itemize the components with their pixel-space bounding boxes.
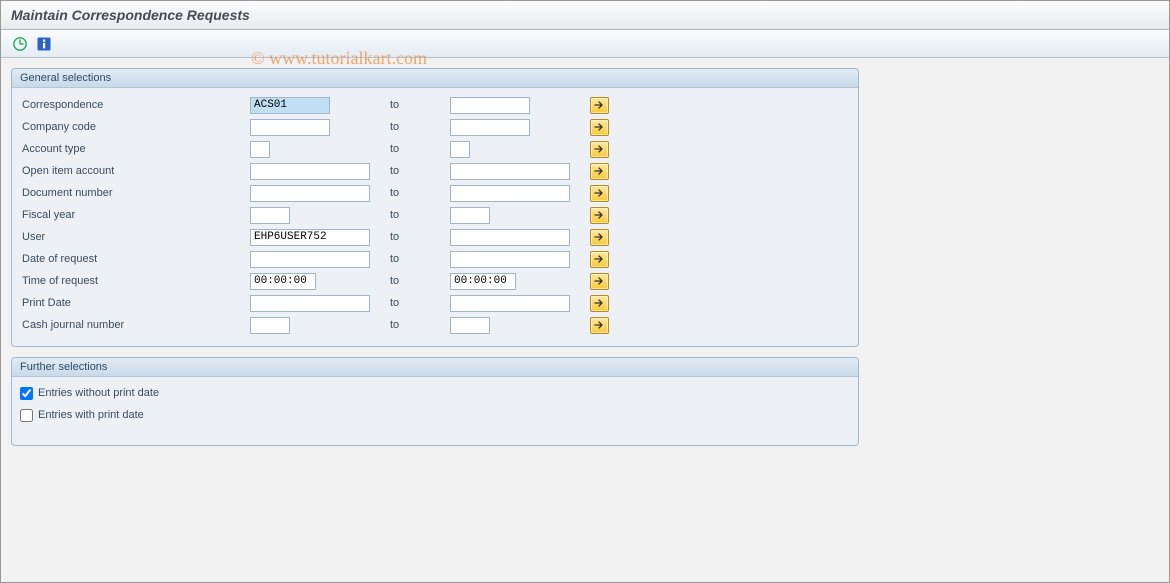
checkbox-entries-without-print-date[interactable] bbox=[20, 387, 33, 400]
checkbox-row-with-print-date: Entries with print date bbox=[20, 405, 850, 425]
label-entries-with-print-date: Entries with print date bbox=[38, 409, 144, 421]
range-button-company-code[interactable] bbox=[590, 119, 609, 136]
row-correspondence: Correspondence to bbox=[20, 94, 850, 116]
group-header-further: Further selections bbox=[12, 358, 858, 377]
row-company-code: Company code to bbox=[20, 116, 850, 138]
group-body-further: Entries without print date Entries with … bbox=[12, 377, 858, 445]
label-company-code: Company code bbox=[20, 121, 250, 133]
input-cash-journal-from[interactable] bbox=[250, 317, 290, 334]
input-doc-number-to[interactable] bbox=[450, 185, 570, 202]
input-correspondence-to[interactable] bbox=[450, 97, 530, 114]
label-print-date: Print Date bbox=[20, 297, 250, 309]
range-button-doc-number[interactable] bbox=[590, 185, 609, 202]
content-area: General selections Correspondence to Com… bbox=[1, 58, 1169, 466]
label-correspondence: Correspondence bbox=[20, 99, 250, 111]
to-label: to bbox=[380, 253, 450, 265]
label-time-of-request: Time of request bbox=[20, 275, 250, 287]
row-open-item-account: Open item account to bbox=[20, 160, 850, 182]
title-bar: Maintain Correspondence Requests bbox=[1, 1, 1169, 30]
to-label: to bbox=[380, 297, 450, 309]
to-label: to bbox=[380, 319, 450, 331]
row-document-number: Document number to bbox=[20, 182, 850, 204]
input-doc-number-from[interactable] bbox=[250, 185, 370, 202]
label-document-number: Document number bbox=[20, 187, 250, 199]
input-open-item-to[interactable] bbox=[450, 163, 570, 180]
label-user: User bbox=[20, 231, 250, 243]
range-button-account-type[interactable] bbox=[590, 141, 609, 158]
row-fiscal-year: Fiscal year to bbox=[20, 204, 850, 226]
input-fiscal-year-from[interactable] bbox=[250, 207, 290, 224]
input-correspondence-from[interactable] bbox=[250, 97, 330, 114]
checkbox-entries-with-print-date[interactable] bbox=[20, 409, 33, 422]
range-button-date-req[interactable] bbox=[590, 251, 609, 268]
label-account-type: Account type bbox=[20, 143, 250, 155]
input-company-code-from[interactable] bbox=[250, 119, 330, 136]
group-general-selections: General selections Correspondence to Com… bbox=[11, 68, 859, 347]
row-time-of-request: Time of request to bbox=[20, 270, 850, 292]
range-button-open-item[interactable] bbox=[590, 163, 609, 180]
label-entries-without-print-date: Entries without print date bbox=[38, 387, 159, 399]
label-cash-journal: Cash journal number bbox=[20, 319, 250, 331]
to-label: to bbox=[380, 209, 450, 221]
range-button-user[interactable] bbox=[590, 229, 609, 246]
row-cash-journal: Cash journal number to bbox=[20, 314, 850, 336]
row-user: User to bbox=[20, 226, 850, 248]
group-body-general: Correspondence to Company code to Acco bbox=[12, 88, 858, 346]
input-time-req-from[interactable] bbox=[250, 273, 316, 290]
input-open-item-from[interactable] bbox=[250, 163, 370, 180]
page-title: Maintain Correspondence Requests bbox=[11, 7, 1159, 23]
execute-icon[interactable] bbox=[11, 35, 29, 53]
to-label: to bbox=[380, 231, 450, 243]
to-label: to bbox=[380, 143, 450, 155]
to-label: to bbox=[380, 121, 450, 133]
label-fiscal-year: Fiscal year bbox=[20, 209, 250, 221]
to-label: to bbox=[380, 275, 450, 287]
range-button-fiscal-year[interactable] bbox=[590, 207, 609, 224]
input-company-code-to[interactable] bbox=[450, 119, 530, 136]
toolbar bbox=[1, 30, 1169, 58]
input-account-type-from[interactable] bbox=[250, 141, 270, 158]
row-date-of-request: Date of request to bbox=[20, 248, 850, 270]
group-header-general: General selections bbox=[12, 69, 858, 88]
row-print-date: Print Date to bbox=[20, 292, 850, 314]
checkbox-row-without-print-date: Entries without print date bbox=[20, 383, 850, 403]
group-further-selections: Further selections Entries without print… bbox=[11, 357, 859, 446]
input-print-date-to[interactable] bbox=[450, 295, 570, 312]
input-fiscal-year-to[interactable] bbox=[450, 207, 490, 224]
range-button-correspondence[interactable] bbox=[590, 97, 609, 114]
input-account-type-to[interactable] bbox=[450, 141, 470, 158]
range-button-cash-journal[interactable] bbox=[590, 317, 609, 334]
info-icon[interactable] bbox=[35, 35, 53, 53]
range-button-print-date[interactable] bbox=[590, 295, 609, 312]
input-date-req-to[interactable] bbox=[450, 251, 570, 268]
input-user-to[interactable] bbox=[450, 229, 570, 246]
input-user-from[interactable] bbox=[250, 229, 370, 246]
to-label: to bbox=[380, 165, 450, 177]
input-print-date-from[interactable] bbox=[250, 295, 370, 312]
input-cash-journal-to[interactable] bbox=[450, 317, 490, 334]
range-button-time-req[interactable] bbox=[590, 273, 609, 290]
row-account-type: Account type to bbox=[20, 138, 850, 160]
to-label: to bbox=[380, 187, 450, 199]
to-label: to bbox=[380, 99, 450, 111]
label-date-of-request: Date of request bbox=[20, 253, 250, 265]
label-open-item-account: Open item account bbox=[20, 165, 250, 177]
app-window: Maintain Correspondence Requests © www.t… bbox=[0, 0, 1170, 583]
input-date-req-from[interactable] bbox=[250, 251, 370, 268]
input-time-req-to[interactable] bbox=[450, 273, 516, 290]
